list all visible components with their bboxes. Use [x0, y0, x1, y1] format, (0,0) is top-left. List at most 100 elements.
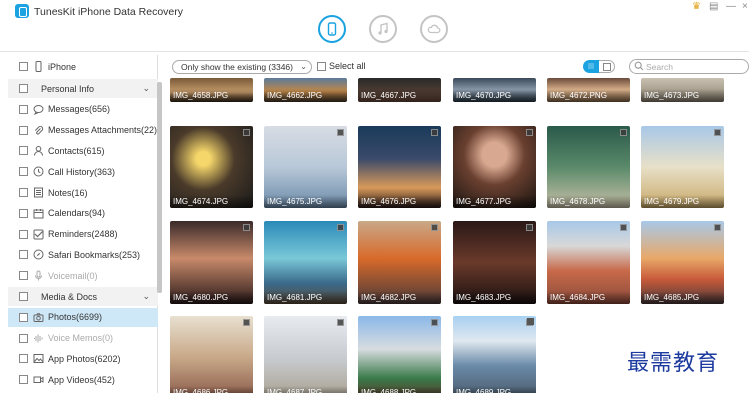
photo-thumbnail[interactable]: IMG_4658.JPG [170, 78, 253, 102]
photo-checkbox[interactable] [527, 318, 534, 325]
sidebar-item-safari-bookmarks[interactable]: Safari Bookmarks(253) [8, 245, 158, 264]
search-box[interactable] [629, 59, 749, 74]
checkbox[interactable] [19, 333, 28, 343]
photo-filename: IMG_4680.JPG [170, 291, 253, 304]
photo-checkbox[interactable] [526, 224, 533, 231]
sidebar-item-app-videos[interactable]: App Videos(452) [8, 370, 158, 389]
clock-icon [33, 166, 44, 177]
sidebar-item-label: Calendars(94) [48, 208, 106, 219]
photo-checkbox[interactable] [243, 129, 250, 136]
sidebar-item-reminders[interactable]: Reminders(2488) [8, 225, 158, 244]
gift-icon[interactable]: ♛ [692, 1, 701, 12]
photo-thumbnail[interactable]: IMG_4688.JPG [358, 316, 441, 393]
photo-thumbnail[interactable]: IMG_4682.JPG [358, 221, 441, 304]
chevron-down-icon[interactable]: ⌄ [142, 83, 150, 94]
photo-filename: IMG_4688.JPG [358, 386, 441, 393]
minimize-icon[interactable]: — [726, 1, 736, 12]
sidebar-item-photos[interactable]: Photos(6699) [8, 307, 158, 327]
sidebar-section-personal-info[interactable]: Personal Info ⌄ [8, 79, 158, 98]
photo-checkbox[interactable] [431, 224, 438, 231]
menu-icon[interactable]: ▤ [709, 1, 718, 12]
tab-recover-from-icloud[interactable] [420, 15, 448, 43]
photo-thumbnail[interactable]: IMG_4667.JPG [358, 78, 441, 102]
photo-checkbox[interactable] [337, 224, 344, 231]
checkbox[interactable] [19, 250, 28, 260]
photo-thumbnail[interactable]: IMG_4676.JPG [358, 126, 441, 208]
sidebar-device-iphone[interactable]: iPhone [8, 57, 158, 76]
photo-checkbox[interactable] [714, 129, 721, 136]
list-view-button[interactable] [599, 60, 615, 73]
checkbox[interactable] [19, 84, 28, 93]
photo-thumbnail[interactable]: IMG_4673.JPG [641, 78, 724, 102]
sidebar-item-voicemail[interactable]: Voicemail(0) [8, 266, 158, 285]
photo-filename: IMG_4662.JPG [264, 89, 347, 102]
checkbox[interactable] [317, 61, 326, 71]
photo-checkbox[interactable] [431, 319, 438, 326]
photo-filename: IMG_4681.JPG [264, 291, 347, 304]
filter-dropdown[interactable]: Only show the existing (3346) ⌄ [172, 60, 312, 74]
photo-checkbox[interactable] [337, 129, 344, 136]
photo-thumbnail[interactable]: IMG_4674.JPG [170, 126, 253, 208]
grid-view-button[interactable] [583, 60, 599, 73]
chevron-down-icon[interactable]: ⌄ [142, 291, 150, 302]
photo-thumbnail[interactable]: IMG_4687.JPG [264, 316, 347, 393]
sidebar-section-media-docs[interactable]: Media & Docs ⌄ [8, 287, 158, 306]
filter-dropdown-label: Only show the existing (3346) [181, 62, 293, 72]
checkbox[interactable] [19, 271, 28, 281]
checkbox[interactable] [19, 354, 28, 364]
photo-thumbnail[interactable]: IMG_4679.JPG [641, 126, 724, 208]
photo-checkbox[interactable] [243, 319, 250, 326]
photo-checkbox[interactable] [431, 129, 438, 136]
select-all-checkbox[interactable]: Select all [317, 61, 366, 71]
photo-thumbnail[interactable]: IMG_4680.JPG [170, 221, 253, 304]
photo-checkbox[interactable] [620, 224, 627, 231]
checkbox[interactable] [19, 62, 28, 71]
sidebar-item-notes[interactable]: Notes(16) [8, 183, 158, 202]
tab-recover-from-itunes[interactable] [369, 15, 397, 43]
checkbox[interactable] [19, 125, 28, 135]
photo-thumbnail[interactable]: IMG_4672.PNG [547, 78, 630, 102]
close-icon[interactable]: × [742, 1, 748, 12]
photo-thumbnail[interactable]: IMG_4678.JPG [547, 126, 630, 208]
sidebar-item-voice-memos[interactable]: Voice Memos(0) [8, 329, 158, 348]
photo-thumbnail[interactable]: IMG_4681.JPG [264, 221, 347, 304]
photo-thumbnail[interactable]: IMG_4662.JPG [264, 78, 347, 102]
checkbox[interactable] [19, 312, 28, 322]
photo-thumbnail[interactable]: IMG_4683.JPG [453, 221, 536, 304]
photo-thumbnail[interactable]: IMG_4684.JPG [547, 221, 630, 304]
photo-checkbox[interactable] [526, 129, 533, 136]
checkbox[interactable] [19, 188, 28, 197]
checkbox[interactable] [19, 229, 28, 239]
sidebar-scrollbar[interactable] [157, 82, 162, 293]
sidebar-item-calendars[interactable]: Calendars(94) [8, 204, 158, 223]
sidebar-item-messages-attachments[interactable]: Messages Attachments(22) [8, 121, 158, 140]
checkbox[interactable] [19, 167, 28, 177]
photo-checkbox[interactable] [714, 224, 721, 231]
checkbox[interactable] [19, 146, 28, 156]
photo-filename: IMG_4676.JPG [358, 195, 441, 208]
sidebar-item-contacts[interactable]: Contacts(615) [8, 141, 158, 160]
compass-icon [33, 249, 44, 260]
photo-thumbnail[interactable]: IMG_4689.JPG [453, 316, 536, 393]
checkbox[interactable] [19, 104, 28, 114]
photo-thumbnail[interactable]: IMG_4685.JPG [641, 221, 724, 304]
tab-recover-from-ios-device[interactable] [318, 15, 346, 43]
sidebar-item-messages[interactable]: Messages(656) [8, 100, 158, 119]
photo-filename: IMG_4675.JPG [264, 195, 347, 208]
checkbox[interactable] [19, 208, 28, 218]
phone-icon [327, 22, 337, 36]
photo-thumbnail[interactable]: IMG_4670.JPG [453, 78, 536, 102]
photo-checkbox[interactable] [337, 319, 344, 326]
chevron-down-icon: ⌄ [300, 62, 307, 71]
checkbox[interactable] [19, 375, 28, 385]
sidebar-item-app-photos[interactable]: App Photos(6202) [8, 349, 158, 368]
photo-checkbox[interactable] [620, 129, 627, 136]
app-logo-icon [15, 4, 29, 18]
photo-thumbnail[interactable]: IMG_4677.JPG [453, 126, 536, 208]
sidebar-item-call-history[interactable]: Call History(363) [8, 162, 158, 181]
photo-thumbnail[interactable]: IMG_4686.JPG [170, 316, 253, 393]
checkbox[interactable] [19, 292, 28, 301]
search-input[interactable] [646, 61, 741, 72]
photo-thumbnail[interactable]: IMG_4675.JPG [264, 126, 347, 208]
photo-checkbox[interactable] [243, 224, 250, 231]
